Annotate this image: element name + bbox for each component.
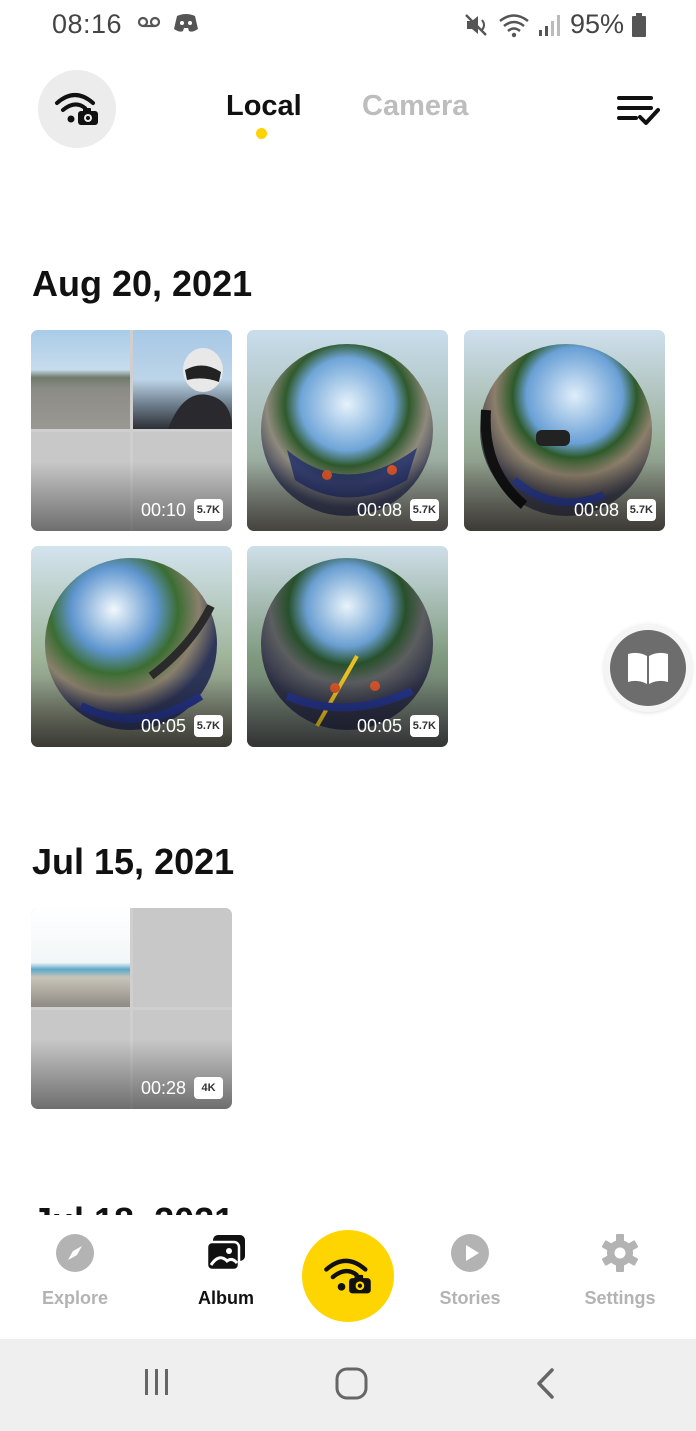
camera-connect-button[interactable] [38, 70, 116, 148]
status-bar: 08:16 95% [0, 0, 696, 48]
thumb-preview [31, 908, 130, 1007]
camera-connect-center-button[interactable] [302, 1230, 394, 1322]
select-mode-button[interactable] [616, 90, 662, 130]
media-thumbnail[interactable]: 00:28 4K [31, 908, 232, 1109]
compass-icon [56, 1234, 94, 1272]
nav-album[interactable]: Album [166, 1233, 286, 1309]
play-icon [451, 1234, 489, 1272]
tab-local[interactable]: Local [226, 90, 302, 123]
nav-settings[interactable]: Settings [560, 1233, 680, 1309]
system-navigation-bar [0, 1339, 696, 1431]
recent-apps-button[interactable] [142, 1367, 172, 1402]
battery-percent: 95% [569, 9, 624, 39]
video-duration: 00:10 [140, 500, 186, 520]
mute-icon [465, 13, 487, 36]
wifi-icon [499, 13, 529, 37]
checklist-icon [617, 96, 660, 125]
media-thumbnail[interactable]: 00:08 5.7K [247, 330, 448, 531]
back-button[interactable] [534, 1367, 558, 1405]
resolution-badge: 4K [194, 1077, 223, 1099]
voicemail-icon [137, 16, 161, 28]
media-thumbnail[interactable]: 00:08 5.7K [464, 330, 665, 531]
media-thumbnail[interactable]: 00:05 5.7K [31, 546, 232, 747]
thumb-preview [31, 330, 130, 429]
video-duration: 00:08 [573, 500, 619, 520]
back-icon [537, 1368, 554, 1399]
book-icon [628, 652, 668, 684]
wifi-camera-icon [324, 1258, 371, 1294]
video-duration: 00:08 [356, 500, 402, 520]
resolution-badge: 5.7K [626, 499, 656, 521]
home-icon [335, 1367, 368, 1400]
media-thumbnail[interactable]: 00:10 5.7K [31, 330, 232, 531]
active-tab-indicator [256, 128, 267, 139]
resolution-badge: 5.7K [409, 715, 439, 737]
bottom-navigation: Explore Album Stories Settings [0, 1215, 696, 1339]
section-date: Jul 15, 2021 [32, 841, 235, 882]
video-duration: 00:05 [140, 716, 186, 736]
resolution-badge: 5.7K [193, 499, 223, 521]
resolution-badge: 5.7K [193, 715, 223, 737]
thumb-preview [133, 330, 232, 429]
battery-icon [632, 12, 646, 37]
video-duration: 00:05 [356, 716, 402, 736]
section-date: Aug 20, 2021 [32, 263, 253, 304]
gear-icon [601, 1234, 639, 1272]
rider-helmet-image [168, 348, 232, 429]
home-button[interactable] [335, 1367, 368, 1405]
media-thumbnail[interactable]: 00:05 5.7K [247, 546, 448, 747]
resolution-badge: 5.7K [409, 499, 439, 521]
nav-stories[interactable]: Stories [410, 1233, 530, 1309]
nav-explore[interactable]: Explore [15, 1233, 135, 1309]
top-header: Local Camera [0, 70, 696, 148]
guide-button[interactable] [604, 624, 692, 712]
wifi-camera-icon [55, 93, 98, 125]
recent-apps-icon [145, 1369, 168, 1395]
tab-camera[interactable]: Camera [362, 90, 468, 123]
video-duration: 00:28 [140, 1078, 186, 1098]
signal-icon [538, 14, 560, 36]
discord-icon [174, 14, 198, 32]
status-time: 08:16 [52, 9, 123, 39]
album-icon [205, 1235, 245, 1272]
